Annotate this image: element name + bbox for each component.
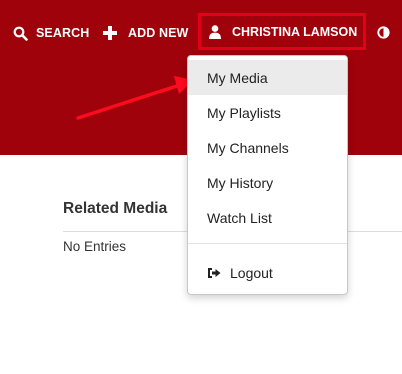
related-empty-text: No Entries <box>63 239 127 254</box>
user-menu-button[interactable]: CHRISTINA LAMSON <box>198 13 366 50</box>
logout-label: Logout <box>230 264 273 281</box>
menu-item-my-channels[interactable]: My Channels <box>188 130 347 165</box>
menu-divider <box>188 243 347 244</box>
menu-item-my-playlists[interactable]: My Playlists <box>188 95 347 130</box>
menu-item-my-media[interactable]: My Media <box>188 60 347 95</box>
menu-item-label: My History <box>207 174 274 191</box>
add-new-label: ADD NEW <box>128 26 189 40</box>
contrast-icon <box>377 26 390 39</box>
user-icon <box>209 24 221 39</box>
menu-item-label: My Channels <box>207 139 289 156</box>
search-icon <box>13 26 28 41</box>
menu-item-label: My Media <box>207 69 268 86</box>
search-button[interactable]: SEARCH <box>13 24 89 42</box>
menu-item-label: Watch List <box>207 209 272 226</box>
plus-icon <box>103 26 117 40</box>
user-name: CHRISTINA LAMSON <box>232 24 358 39</box>
sign-out-icon <box>208 267 221 278</box>
contrast-toggle-button[interactable] <box>377 26 390 44</box>
related-media-heading: Related Media <box>63 200 168 217</box>
menu-item-my-history[interactable]: My History <box>188 165 347 200</box>
search-label: SEARCH <box>36 26 90 40</box>
menu-item-logout[interactable]: Logout <box>188 255 347 290</box>
user-dropdown-menu: My Media My Playlists My Channels My His… <box>187 55 348 295</box>
menu-item-label: My Playlists <box>207 104 281 121</box>
add-new-button[interactable]: ADD NEW <box>103 24 188 42</box>
menu-item-watch-list[interactable]: Watch List <box>188 200 347 235</box>
